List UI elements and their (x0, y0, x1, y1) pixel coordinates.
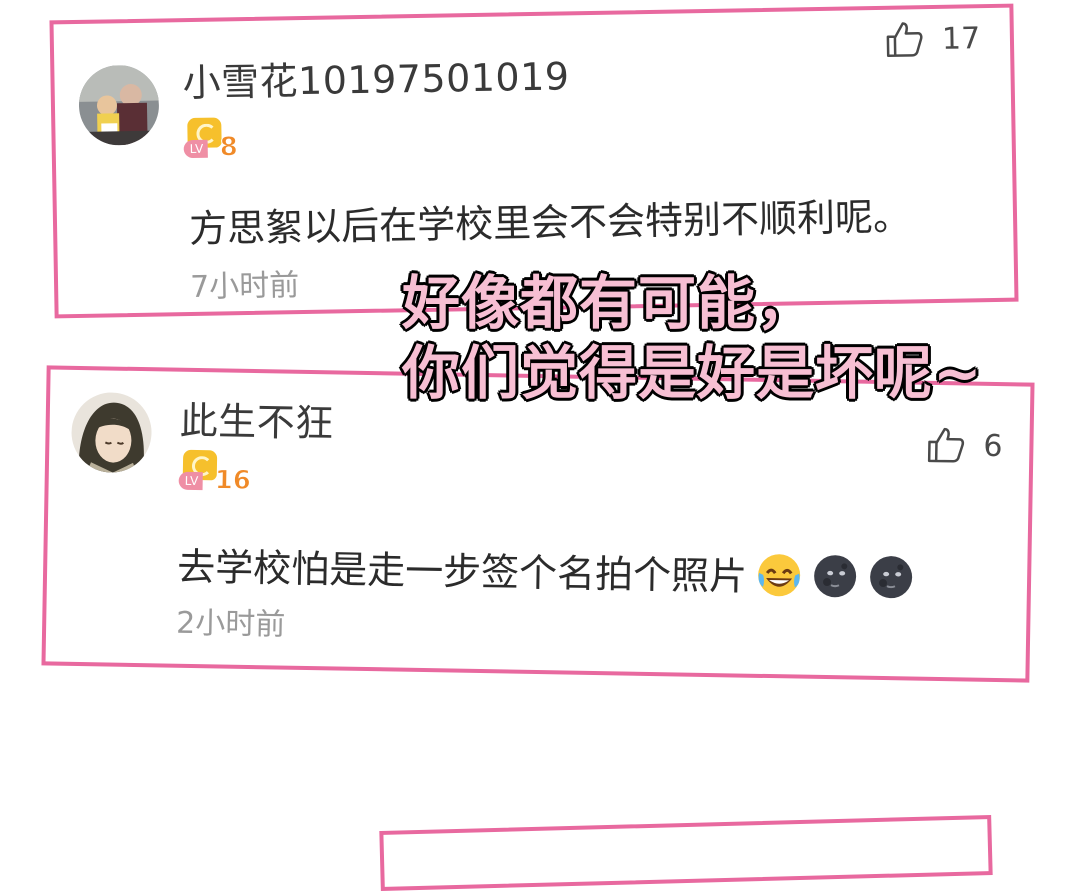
new-moon-face-emoji (867, 553, 916, 611)
like-button[interactable]: 17 (884, 18, 981, 60)
level-number: 16 (214, 465, 252, 497)
thumbs-up-icon (886, 22, 923, 58)
level-prefix: LV (183, 139, 208, 159)
new-moon-face-emoji (811, 552, 860, 610)
overlay-line-1: 好像都有可能， (402, 269, 816, 337)
like-count: 6 (983, 428, 1003, 464)
avatar[interactable] (78, 64, 160, 146)
like-count: 17 (941, 20, 981, 57)
comment-text: 方思絮以后在学校里会不会特别不顺利呢。 (188, 194, 912, 252)
thumbs-up-icon (927, 427, 965, 463)
overlay-caption: 好像都有可能， 你们觉得是好是坏呢~ (402, 268, 983, 408)
comment-time: 2小时前 (175, 605, 286, 643)
comment-text-body: 去学校怕是走一步签个名拍个照片 (176, 544, 748, 599)
comment-text: 去学校怕是走一步签个名拍个照片 (177, 536, 916, 611)
level-badge: LV 8 (183, 117, 246, 166)
username[interactable]: 此生不狂 (179, 390, 334, 448)
username[interactable]: 小雪花10197501019 (182, 45, 570, 107)
overlay-line-2: 你们觉得是好是坏呢~ (402, 339, 983, 407)
comment-time: 7小时前 (189, 268, 300, 306)
level-badge: LV 16 (178, 449, 252, 499)
laughing-tears-emoji (755, 551, 804, 609)
like-button[interactable]: 6 (925, 425, 1003, 466)
comment-card: 此生不狂 6 LV 16 去学校怕是走一步签个名拍个照片 2小时前 (41, 365, 1035, 683)
level-number: 8 (219, 132, 239, 163)
level-prefix: LV (178, 471, 203, 491)
comment-card-partial (379, 815, 993, 891)
avatar[interactable] (70, 391, 153, 474)
